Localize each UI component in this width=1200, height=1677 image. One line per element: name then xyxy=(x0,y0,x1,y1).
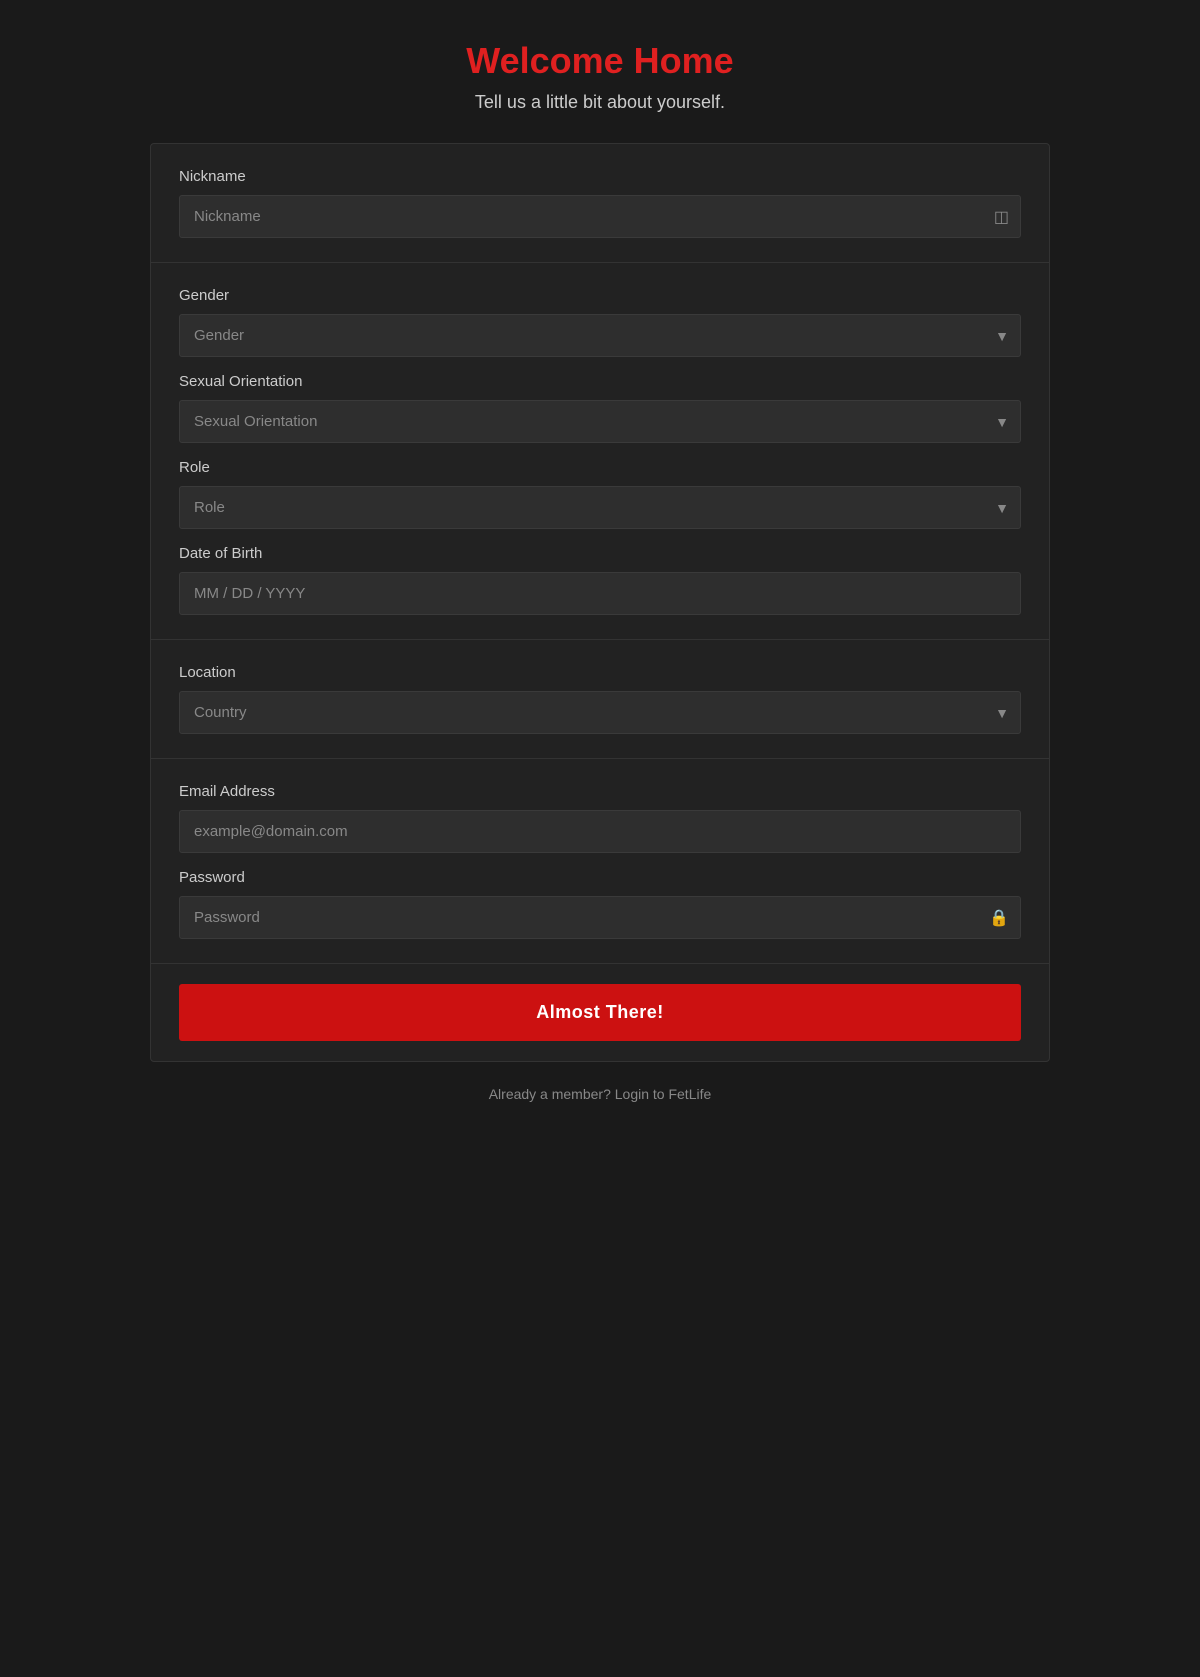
password-input[interactable] xyxy=(179,896,1021,939)
identity-section: Gender Gender Male Female Non-binary Oth… xyxy=(151,263,1049,640)
submit-section: Almost There! xyxy=(151,964,1049,1061)
sexual-orientation-select-wrapper: Sexual Orientation Straight Gay Bisexual… xyxy=(179,400,1021,443)
form-card: Nickname ◫ Gender Gender Male Female Non… xyxy=(150,143,1050,1062)
email-input[interactable] xyxy=(179,810,1021,853)
country-select-wrapper: Country United States United Kingdom Can… xyxy=(179,691,1021,734)
gender-field: Gender Gender Male Female Non-binary Oth… xyxy=(179,287,1021,357)
role-field: Role Role Dominant Submissive Switch Oth… xyxy=(179,459,1021,529)
location-section: Location Country United States United Ki… xyxy=(151,640,1049,759)
nickname-input-wrapper: ◫ xyxy=(179,195,1021,238)
role-select[interactable]: Role Dominant Submissive Switch Other xyxy=(179,486,1021,529)
gender-label: Gender xyxy=(179,287,1021,304)
password-label: Password xyxy=(179,869,1021,886)
sexual-orientation-field: Sexual Orientation Sexual Orientation St… xyxy=(179,373,1021,443)
dob-label: Date of Birth xyxy=(179,545,1021,562)
identity-fields-group: Gender Gender Male Female Non-binary Oth… xyxy=(179,287,1021,615)
password-input-wrapper: 🔒 xyxy=(179,896,1021,939)
role-label: Role xyxy=(179,459,1021,476)
nickname-label: Nickname xyxy=(179,168,1021,185)
nickname-input[interactable] xyxy=(179,195,1021,238)
dob-input[interactable] xyxy=(179,572,1021,615)
dob-field: Date of Birth xyxy=(179,545,1021,615)
password-field: Password 🔒 xyxy=(179,869,1021,939)
credentials-fields-group: Email Address Password 🔒 xyxy=(179,783,1021,939)
login-link[interactable]: Already a member? Login to FetLife xyxy=(489,1086,712,1102)
location-label: Location xyxy=(179,664,1021,681)
sexual-orientation-select[interactable]: Sexual Orientation Straight Gay Bisexual… xyxy=(179,400,1021,443)
sexual-orientation-label: Sexual Orientation xyxy=(179,373,1021,390)
email-label: Email Address xyxy=(179,783,1021,800)
gender-select[interactable]: Gender Male Female Non-binary Other xyxy=(179,314,1021,357)
role-select-wrapper: Role Dominant Submissive Switch Other ▼ xyxy=(179,486,1021,529)
page-wrapper: Welcome Home Tell us a little bit about … xyxy=(150,40,1050,1102)
gender-select-wrapper: Gender Male Female Non-binary Other ▼ xyxy=(179,314,1021,357)
credentials-section: Email Address Password 🔒 xyxy=(151,759,1049,964)
login-link-text: Already a member? Login to FetLife xyxy=(489,1086,712,1102)
nickname-section: Nickname ◫ xyxy=(151,144,1049,263)
country-select[interactable]: Country United States United Kingdom Can… xyxy=(179,691,1021,734)
submit-button[interactable]: Almost There! xyxy=(179,984,1021,1041)
page-title: Welcome Home xyxy=(466,40,733,82)
page-subtitle: Tell us a little bit about yourself. xyxy=(475,92,725,113)
email-field: Email Address xyxy=(179,783,1021,853)
